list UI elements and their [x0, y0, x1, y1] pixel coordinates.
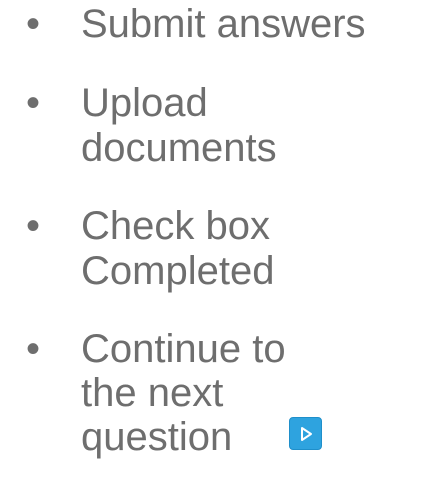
bullet-marker: • [26, 204, 41, 248]
bullet-marker: • [26, 81, 41, 125]
bullet-marker: • [26, 2, 41, 46]
step-upload-documents: Upload documents [81, 81, 277, 170]
play-arrow-icon [300, 426, 312, 441]
instruction-list: • Submit answers • Upload documents • Ch… [0, 0, 425, 500]
step-check-box-completed: Check box Completed [81, 204, 275, 293]
step-submit-answers: Submit answers [81, 2, 366, 46]
bullet-marker: • [26, 327, 41, 371]
step-continue-next-question: Continue to the next question [81, 327, 286, 459]
next-question-button[interactable] [289, 417, 322, 450]
